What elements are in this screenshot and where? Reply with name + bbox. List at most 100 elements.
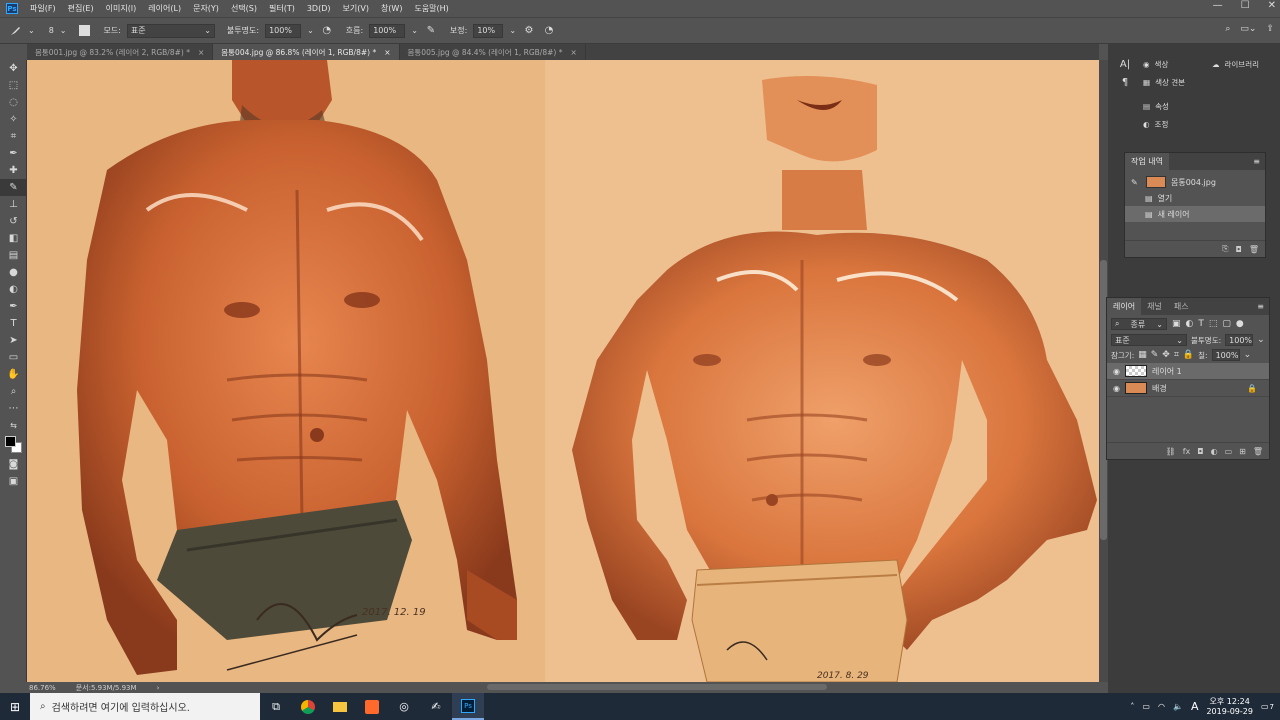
close-icon[interactable]: × [198, 48, 204, 57]
tab-channels[interactable]: 채널 [1141, 298, 1168, 315]
wifi-icon[interactable]: ◠ [1158, 702, 1165, 711]
gear-icon[interactable]: ⚙ [522, 24, 536, 38]
layer-style-icon[interactable]: fx [1183, 447, 1191, 456]
chevron-down-icon[interactable]: ⌄ [1257, 335, 1265, 345]
menu-select[interactable]: 선택(S) [225, 3, 263, 14]
photoshop-taskbar-icon[interactable]: Ps [452, 693, 484, 720]
dropdown-arrow-icon[interactable]: ⌄ [60, 26, 67, 35]
lock-transparent-icon[interactable]: ▦ [1138, 350, 1147, 360]
obs-icon[interactable]: ◎ [388, 693, 420, 720]
layer-name[interactable]: 배경 [1152, 383, 1167, 394]
menu-layer[interactable]: 레이어(L) [142, 3, 187, 14]
brush-panel-icon[interactable] [78, 25, 90, 36]
blur-tool-icon[interactable]: ● [0, 264, 27, 281]
screen-mode-icon[interactable]: ▣ [0, 473, 27, 490]
adjustment-layer-icon[interactable]: ◐ [1211, 447, 1218, 456]
orange-app-icon[interactable] [356, 693, 388, 720]
crop-tool-icon[interactable]: ⌗ [0, 128, 27, 145]
layer-kind-select[interactable]: ⌕ 종류 ⌄ [1111, 318, 1167, 330]
rectangle-tool-icon[interactable]: ▭ [0, 349, 27, 366]
pressure-size-icon[interactable]: ◔ [542, 24, 556, 38]
pixel-filter-icon[interactable]: ▣ [1172, 319, 1181, 329]
layer-opacity-input[interactable]: 100% [1225, 334, 1254, 346]
minimize-button[interactable]: — [1213, 0, 1223, 11]
tab-document-3[interactable]: 몸통005.jpg @ 84.4% (레이어 1, RGB/8#) * × [399, 44, 586, 60]
drawing-app-icon[interactable]: ✍ [420, 693, 452, 720]
history-brush-tool-icon[interactable]: ↺ [0, 213, 27, 230]
dropdown-arrow-icon[interactable]: ⌄ [307, 26, 314, 35]
share-icon[interactable]: ⇪ [1266, 24, 1274, 34]
chevron-right-icon[interactable]: › [157, 684, 160, 692]
search-icon[interactable]: ⌕ [1225, 24, 1230, 34]
tab-document-1[interactable]: 몸통001.jpg @ 83.2% (레이어 2, RGB/8#) * × [27, 44, 214, 60]
eraser-tool-icon[interactable]: ◧ [0, 230, 27, 247]
zoom-tool-icon[interactable]: ⌕ [0, 383, 27, 400]
link-layers-icon[interactable]: ⛓ [1166, 447, 1176, 456]
windows-start-icon[interactable]: ⊞ [0, 693, 30, 720]
ime-indicator[interactable]: A [1191, 700, 1199, 713]
file-explorer-icon[interactable] [324, 693, 356, 720]
network-icon[interactable]: ▭ [1142, 702, 1150, 711]
trash-icon[interactable]: 🗑 [1249, 245, 1259, 254]
folder-icon[interactable]: ▭ [1225, 447, 1233, 456]
layer-row[interactable]: ◉ 레이어 1 [1107, 363, 1269, 380]
menu-view[interactable]: 보기(V) [337, 3, 375, 14]
blend-mode-select[interactable]: 표준 ⌄ [1111, 334, 1187, 346]
tab-history[interactable]: 작업 내역 [1125, 153, 1169, 170]
foreground-color[interactable] [4, 436, 16, 447]
panel-menu-icon[interactable]: ≡ [1253, 157, 1260, 166]
menu-type[interactable]: 문자(Y) [187, 3, 225, 14]
dropdown-arrow-icon[interactable]: ⌄ [509, 26, 516, 35]
chevron-down-icon[interactable]: ⌄ [1244, 350, 1252, 360]
dropdown-arrow-icon[interactable]: ⌄ [28, 26, 35, 35]
close-icon[interactable]: × [570, 48, 576, 57]
document-canvas[interactable]: 2017. 12. 19 2017. 8. 29 [27, 60, 1099, 682]
healing-tool-icon[interactable]: ✚ [0, 162, 27, 179]
dodge-tool-icon[interactable]: ◐ [0, 281, 27, 298]
new-layer-icon[interactable]: ⊞ [1239, 447, 1246, 456]
eye-icon[interactable]: ◉ [1113, 384, 1120, 393]
libraries-panel-button[interactable]: ☁ 라이브러리 [1208, 55, 1280, 73]
type-filter-icon[interactable]: T [1198, 319, 1204, 329]
menu-window[interactable]: 창(W) [375, 3, 409, 14]
marquee-tool-icon[interactable]: ⬚ [0, 77, 27, 94]
shape-filter-icon[interactable]: ⬚ [1209, 319, 1218, 329]
chevron-up-icon[interactable]: ˄ [1130, 702, 1134, 711]
swap-colors-icon[interactable]: ⇆ [0, 417, 27, 434]
type-tool-icon[interactable]: T [0, 315, 27, 332]
properties-panel-button[interactable]: ▤ 속성 [1139, 97, 1203, 115]
more-tools-icon[interactable]: ⋯ [0, 400, 27, 417]
path-select-tool-icon[interactable]: ➤ [0, 332, 27, 349]
taskbar-search-box[interactable]: ⌕ 검색하려면 여기에 입력하십시오. [30, 693, 260, 720]
tab-document-2[interactable]: 몸통004.jpg @ 86.8% (레이어 1, RGB/8#) * × [213, 44, 400, 60]
opacity-input[interactable]: 100% [265, 23, 302, 38]
menu-image[interactable]: 이미지(I) [100, 3, 143, 14]
flow-input[interactable]: 100% [369, 23, 406, 38]
gradient-tool-icon[interactable]: ▤ [0, 247, 27, 264]
fill-input[interactable]: 100% [1211, 349, 1240, 361]
pen-tool-icon[interactable]: ✒ [0, 298, 27, 315]
brush-tool-icon[interactable] [8, 24, 22, 38]
volume-icon[interactable]: 🔈 [1173, 702, 1183, 711]
horizontal-scrollbar[interactable] [487, 684, 827, 690]
quick-mask-icon[interactable]: ◙ [0, 456, 27, 473]
mode-select[interactable]: 표준 ⌄ [126, 23, 215, 38]
camera-icon[interactable]: ◘ [1236, 245, 1242, 254]
brush-size-value[interactable]: 8 [49, 26, 54, 35]
lock-all-icon[interactable]: 🔒 [1183, 350, 1194, 360]
adjustments-panel-button[interactable]: ◐ 조정 [1139, 115, 1203, 133]
tab-layers[interactable]: 레이어 [1107, 298, 1142, 315]
character-panel-icon[interactable]: A| [1112, 55, 1138, 73]
paragraph-panel-icon[interactable]: ¶ [1112, 73, 1138, 91]
adjustment-filter-icon[interactable]: ◐ [1186, 319, 1194, 329]
maximize-button[interactable]: ☐ [1241, 0, 1250, 11]
close-icon[interactable]: × [384, 48, 390, 57]
history-snapshot[interactable]: ✎ 몸통004.jpg [1125, 174, 1265, 190]
history-item[interactable]: ▤ 새 레이어 [1125, 206, 1265, 222]
chrome-icon[interactable] [292, 693, 324, 720]
filter-toggle-icon[interactable]: ● [1236, 319, 1244, 329]
eye-icon[interactable]: ◉ [1113, 367, 1120, 376]
lock-paint-icon[interactable]: ✎ [1151, 350, 1159, 360]
pressure-opacity-icon[interactable]: ◔ [320, 24, 334, 38]
layer-name[interactable]: 레이어 1 [1152, 366, 1182, 377]
